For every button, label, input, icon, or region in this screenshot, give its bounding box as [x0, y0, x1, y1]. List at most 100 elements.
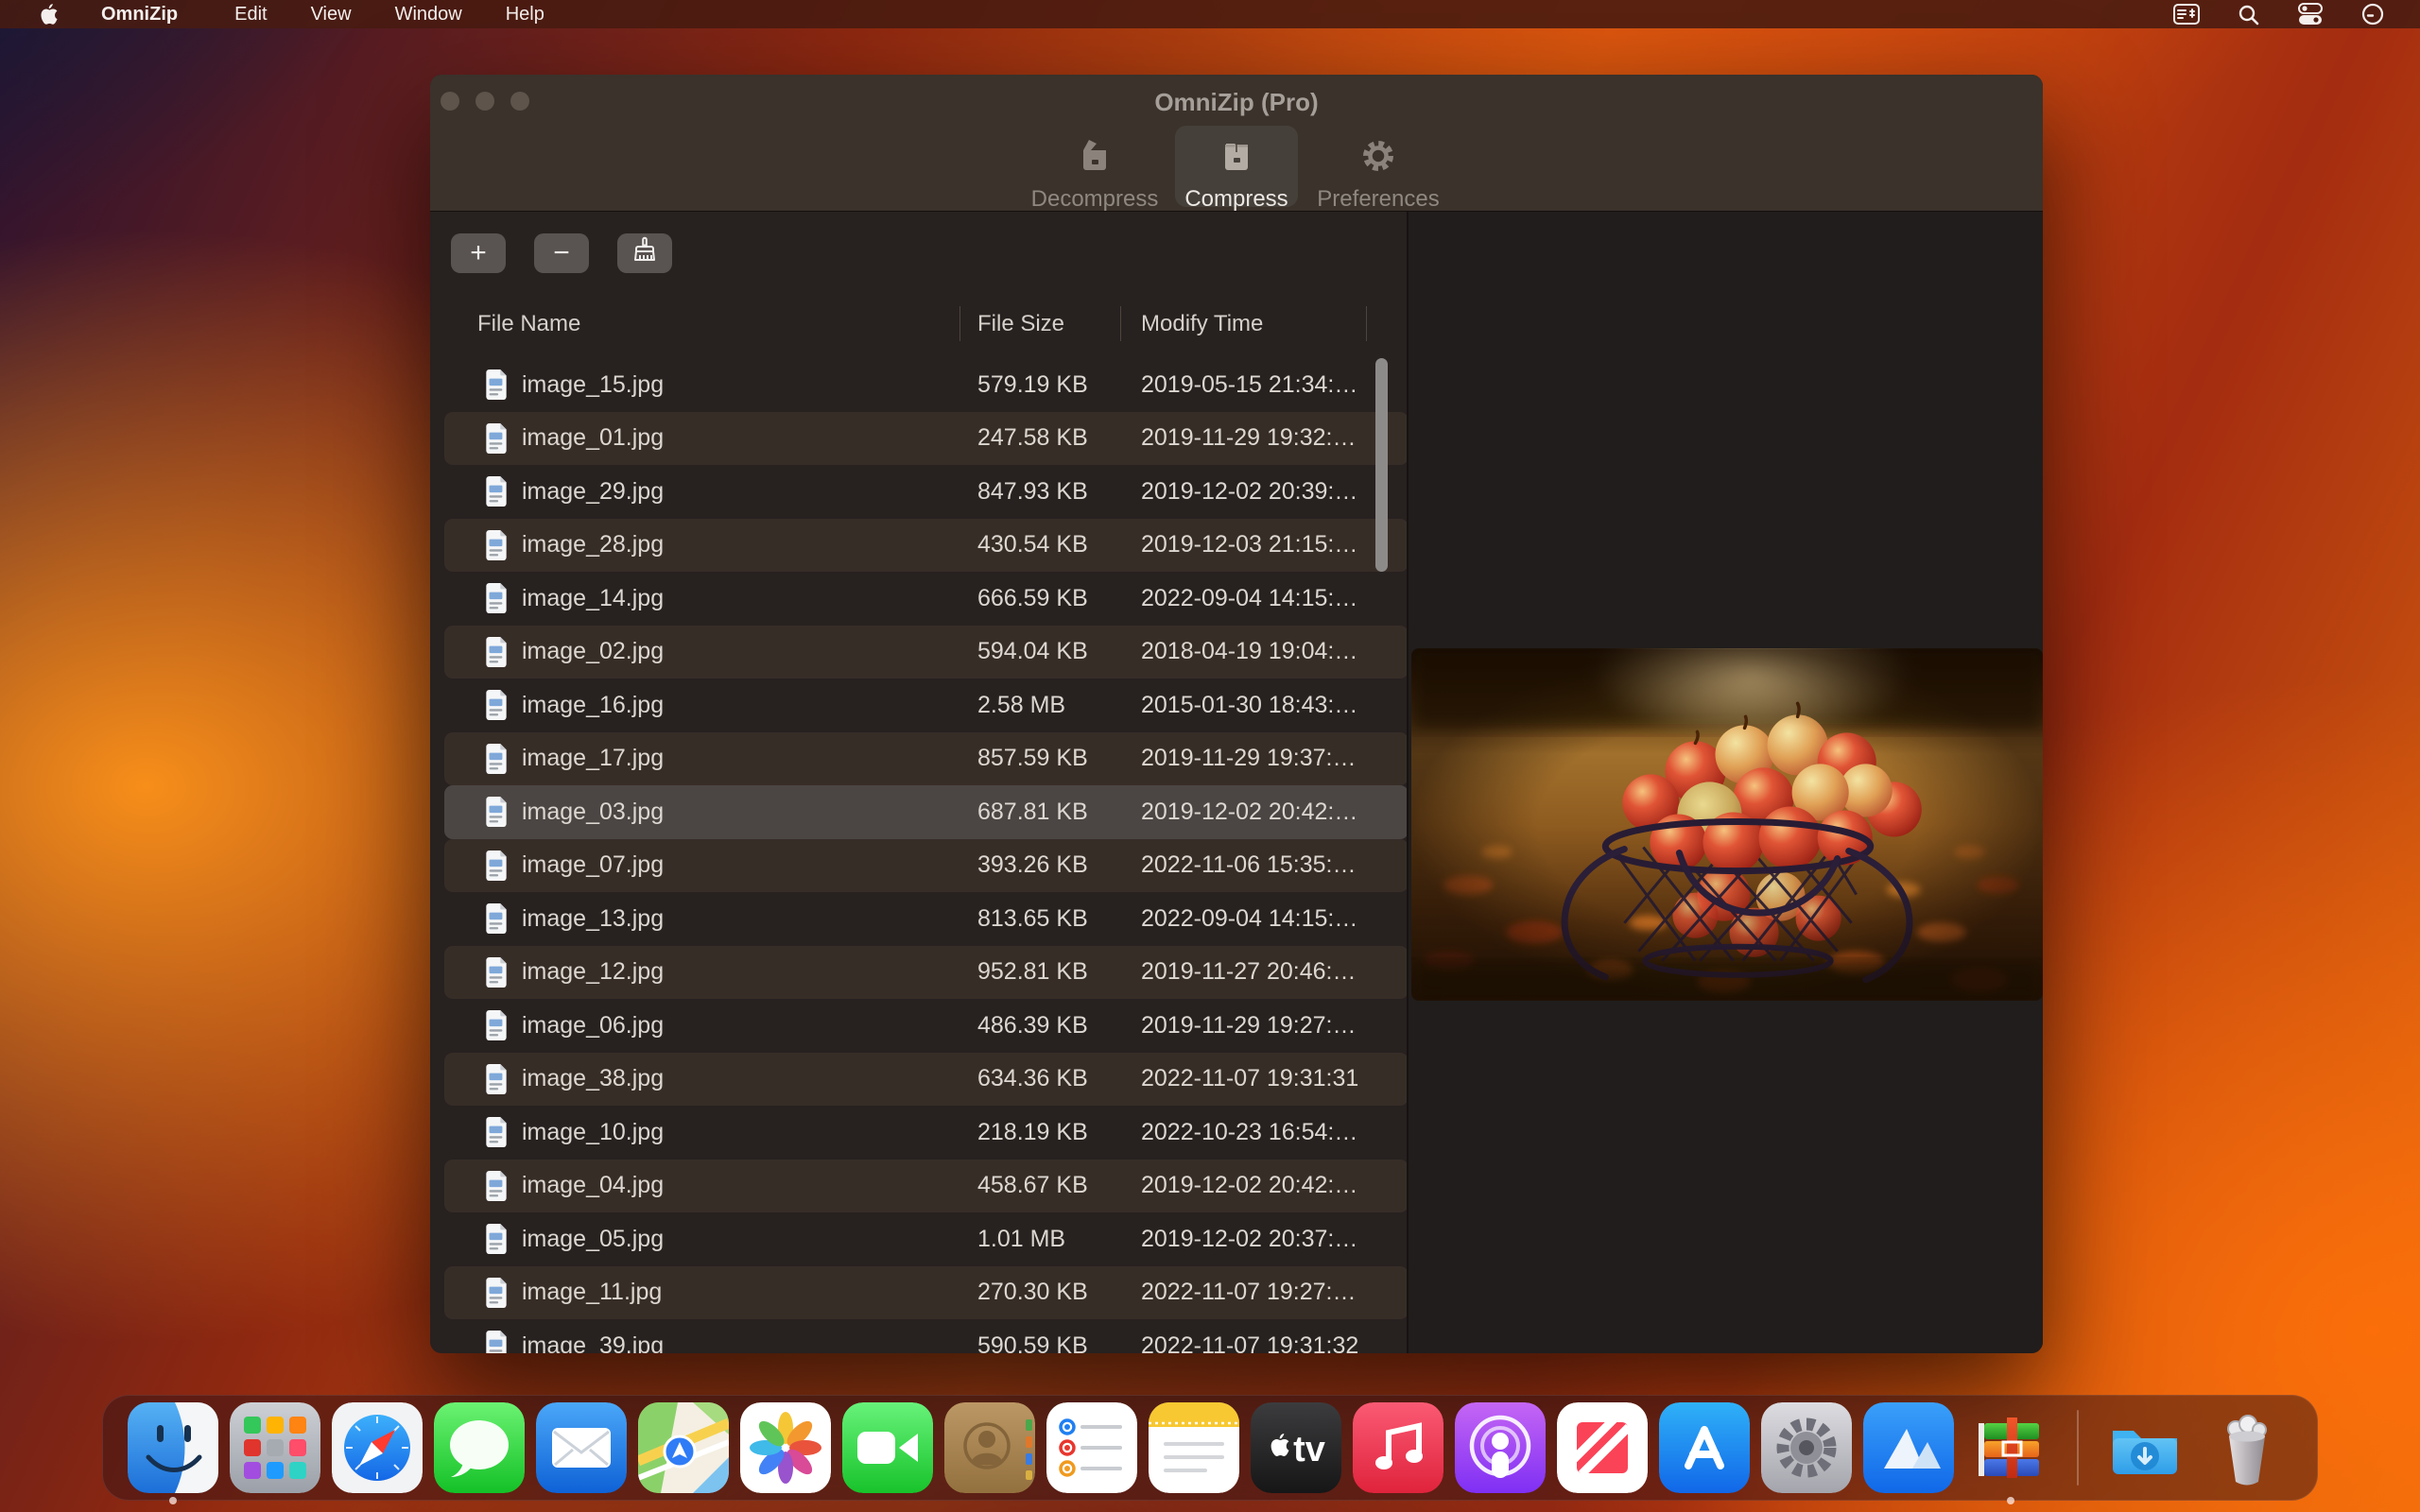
dock-podcasts-icon[interactable]: [1455, 1402, 1546, 1493]
file-document-icon: [484, 1331, 509, 1353]
tab-preferences[interactable]: Preferences: [1307, 75, 1449, 212]
menu-item-view[interactable]: View: [311, 4, 352, 26]
dock-news-icon[interactable]: [1557, 1402, 1648, 1493]
table-row[interactable]: image_04.jpg458.67 KB2019-12-02 20:42:…: [444, 1160, 1409, 1213]
table-row[interactable]: image_07.jpg393.26 KB2022-11-06 15:35:…: [444, 839, 1409, 893]
modify-time: 2019-11-27 20:46:…: [1120, 946, 1409, 1000]
file-name: image_39.jpg: [522, 1332, 664, 1353]
dock-safari-icon[interactable]: [332, 1402, 423, 1493]
clock-icon[interactable]: [2361, 3, 2384, 26]
dock-messages-icon[interactable]: [434, 1402, 525, 1493]
dock-app-store-icon[interactable]: [1659, 1402, 1750, 1493]
tab-label: Compress: [1184, 186, 1288, 213]
running-indicator: [169, 1497, 177, 1504]
file-name: image_03.jpg: [522, 799, 664, 826]
dock-music-icon[interactable]: [1353, 1402, 1443, 1493]
omnizip-window: OmniZip (Pro) Decompress Compress: [430, 75, 2043, 1353]
apple-menu-icon[interactable]: [40, 4, 58, 26]
desktop: OmniZip Edit View Window Help: [0, 0, 2420, 1512]
file-size: 594.04 KB: [959, 626, 1120, 679]
table-row[interactable]: image_13.jpg813.65 KB2022-09-04 14:15:…: [444, 892, 1409, 946]
dock-maps-icon[interactable]: [638, 1402, 729, 1493]
dock-downloads-folder-icon[interactable]: [2100, 1402, 2190, 1493]
dock-launchpad-icon[interactable]: [230, 1402, 320, 1493]
table-row[interactable]: image_16.jpg2.58 MB2015-01-30 18:43:…: [444, 679, 1409, 732]
clear-list-button[interactable]: [617, 233, 672, 273]
control-center-icon[interactable]: [2297, 3, 2324, 26]
file-size: 634.36 KB: [959, 1053, 1120, 1107]
file-name: image_06.jpg: [522, 1012, 664, 1040]
table-row[interactable]: image_29.jpg847.93 KB2019-12-02 20:39:…: [444, 465, 1409, 519]
menu-app-name[interactable]: OmniZip: [101, 4, 178, 26]
table-row[interactable]: image_01.jpg247.58 KB2019-11-29 19:32:…: [444, 412, 1409, 466]
file-size: 393.26 KB: [959, 839, 1120, 893]
file-size: 247.58 KB: [959, 412, 1120, 466]
search-icon[interactable]: [2238, 4, 2259, 26]
file-document-icon: [484, 423, 509, 454]
dock-omnizip-icon[interactable]: [1965, 1402, 2056, 1493]
tab-label: Decompress: [1031, 186, 1159, 213]
file-document-icon: [484, 850, 509, 881]
dock-mail-icon[interactable]: [536, 1402, 627, 1493]
tab-decompress[interactable]: Decompress: [1024, 75, 1166, 212]
file-size: 579.19 KB: [959, 358, 1120, 412]
table-row[interactable]: image_14.jpg666.59 KB2022-09-04 14:15:…: [444, 572, 1409, 626]
file-document-icon: [484, 744, 509, 774]
toolbar-tabs: Decompress Compress Preferences: [1024, 75, 1449, 212]
table-row[interactable]: image_39.jpg590.59 KB2022-11-07 19:31:32: [444, 1319, 1409, 1353]
column-header-modify-time[interactable]: Modify Time: [1141, 301, 1263, 347]
keyboard-switcher-icon[interactable]: [2173, 4, 2200, 25]
modify-time: 2019-11-29 19:37:…: [1120, 732, 1409, 786]
file-name: image_01.jpg: [522, 424, 664, 452]
dock-reminders-icon[interactable]: [1046, 1402, 1137, 1493]
table-row[interactable]: image_38.jpg634.36 KB2022-11-07 19:31:31: [444, 1053, 1409, 1107]
modify-time: 2022-11-07 19:31:31: [1120, 1053, 1409, 1107]
broom-icon: [631, 236, 659, 270]
dock-trash-icon[interactable]: [2202, 1402, 2292, 1493]
table-row[interactable]: image_03.jpg687.81 KB2019-12-02 20:42:…: [444, 785, 1409, 839]
dock-notes-icon[interactable]: [1149, 1402, 1239, 1493]
menu-bar: OmniZip Edit View Window Help: [0, 0, 2420, 28]
vertical-scrollbar[interactable]: [1375, 358, 1388, 572]
table-row[interactable]: image_17.jpg857.59 KB2019-11-29 19:37:…: [444, 732, 1409, 786]
dock-system-settings-icon[interactable]: [1761, 1402, 1852, 1493]
tab-compress[interactable]: Compress: [1166, 75, 1307, 212]
add-files-button[interactable]: +: [451, 233, 506, 273]
table-row[interactable]: image_15.jpg579.19 KB2019-05-15 21:34:…: [444, 358, 1409, 412]
table-row[interactable]: image_12.jpg952.81 KB2019-11-27 20:46:…: [444, 946, 1409, 1000]
dock-facetime-icon[interactable]: [842, 1402, 933, 1493]
dock-contacts-icon[interactable]: [944, 1402, 1035, 1493]
file-size: 1.01 MB: [959, 1212, 1120, 1266]
modify-time: 2022-10-23 16:54:…: [1120, 1106, 1409, 1160]
file-document-icon: [484, 1278, 509, 1308]
modify-time: 2015-01-30 18:43:…: [1120, 679, 1409, 732]
modify-time: 2022-09-04 14:15:…: [1120, 892, 1409, 946]
column-divider: [1366, 306, 1367, 341]
file-size: 270.30 KB: [959, 1266, 1120, 1320]
dock-finder-icon[interactable]: [128, 1402, 218, 1493]
modify-time: 2019-12-02 20:42:…: [1120, 785, 1409, 839]
menu-item-help[interactable]: Help: [506, 4, 544, 26]
dock: tv: [102, 1395, 2318, 1501]
remove-files-button[interactable]: −: [534, 233, 589, 273]
column-header-file-size[interactable]: File Size: [977, 301, 1064, 347]
file-document-icon: [484, 1117, 509, 1147]
table-row[interactable]: image_28.jpg430.54 KB2019-12-03 21:15:…: [444, 519, 1409, 573]
table-row[interactable]: image_06.jpg486.39 KB2019-11-29 19:27:…: [444, 999, 1409, 1053]
dock-archive-app-icon[interactable]: [1863, 1402, 1954, 1493]
dock-photos-icon[interactable]: [740, 1402, 831, 1493]
file-size: 218.19 KB: [959, 1106, 1120, 1160]
file-name: image_02.jpg: [522, 638, 664, 665]
dock-tv-icon[interactable]: tv: [1251, 1402, 1341, 1493]
file-size: 458.67 KB: [959, 1160, 1120, 1213]
file-size: 666.59 KB: [959, 572, 1120, 626]
menu-item-edit[interactable]: Edit: [234, 4, 267, 26]
column-header-file-name[interactable]: File Name: [477, 301, 580, 347]
table-row[interactable]: image_02.jpg594.04 KB2018-04-19 19:04:…: [444, 626, 1409, 679]
modify-time: 2019-12-02 20:42:…: [1120, 1160, 1409, 1213]
table-row[interactable]: image_11.jpg270.30 KB2022-11-07 19:27:…: [444, 1266, 1409, 1320]
table-row[interactable]: image_10.jpg 218.19 KB2022-10-23 16:54:…: [444, 1106, 1409, 1160]
file-name: image_10.jpg: [522, 1119, 664, 1146]
menu-item-window[interactable]: Window: [395, 4, 462, 26]
table-row[interactable]: image_05.jpg1.01 MB2019-12-02 20:37:…: [444, 1212, 1409, 1266]
